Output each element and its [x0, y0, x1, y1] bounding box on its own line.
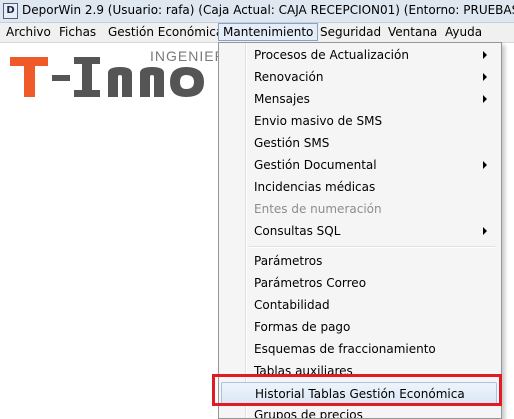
menu-item-renovacion[interactable]: Renovación: [221, 66, 497, 88]
submenu-arrow-icon: [483, 227, 487, 235]
menu-gestion-economica[interactable]: Gestión Económica: [104, 24, 227, 41]
menu-item-label: Gestión SMS: [254, 136, 330, 150]
menu-bar: Archivo Fichas Gestión Económica Manteni…: [0, 23, 514, 43]
menu-mantenimiento[interactable]: Mantenimiento: [218, 23, 319, 41]
menu-item-parametros[interactable]: Parámetros: [221, 250, 497, 272]
menu-item-label: Incidencias médicas: [254, 180, 376, 194]
menu-item-formas-pago[interactable]: Formas de pago: [221, 316, 497, 338]
app-icon: D: [3, 3, 18, 19]
menu-item-label: Consultas SQL: [254, 224, 341, 238]
logo-wordmark: [10, 57, 204, 97]
menu-seguridad[interactable]: Seguridad: [316, 24, 385, 41]
annotation-highlight-box: [212, 374, 502, 406]
menu-item-esquemas-fraccionamiento[interactable]: Esquemas de fraccionamiento: [221, 338, 497, 360]
menu-item-label: Esquemas de fraccionamiento: [254, 342, 436, 356]
menu-item-gestion-documental[interactable]: Gestión Documental: [221, 154, 497, 176]
menu-ayuda[interactable]: Ayuda: [441, 24, 486, 41]
menu-item-procesos-actualizacion[interactable]: Procesos de Actualización: [221, 44, 497, 66]
mantenimiento-dropdown: Procesos de Actualización Renovación Men…: [218, 42, 502, 419]
menu-item-envio-masivo-sms[interactable]: Envio masivo de SMS: [221, 110, 497, 132]
menu-item-incidencias-medicas[interactable]: Incidencias médicas: [221, 176, 497, 198]
menu-item-gestion-sms[interactable]: Gestión SMS: [221, 132, 497, 154]
menu-item-label: Mensajes: [254, 92, 310, 106]
submenu-arrow-icon: [483, 161, 487, 169]
menu-item-label: Parámetros Correo: [254, 276, 367, 290]
menu-item-label: Gestión Documental: [254, 158, 377, 172]
menu-ventana[interactable]: Ventana: [384, 24, 441, 41]
menu-item-parametros-correo[interactable]: Parámetros Correo: [221, 272, 497, 294]
menu-item-mensajes[interactable]: Mensajes: [221, 88, 497, 110]
menu-item-label: Entes de numeración: [254, 202, 382, 216]
submenu-arrow-icon: [483, 95, 487, 103]
menu-item-label: Envio masivo de SMS: [254, 114, 383, 128]
menu-item-consultas-sql[interactable]: Consultas SQL: [221, 220, 497, 242]
company-logo: INGENIER: [0, 43, 220, 103]
menu-item-entes-numeracion: Entes de numeración: [221, 198, 497, 220]
window-title: DeporWin 2.9 (Usuario: rafa) (Caja Actua…: [22, 3, 514, 17]
submenu-arrow-icon: [483, 73, 487, 81]
submenu-arrow-icon: [483, 51, 487, 59]
menu-item-label: Contabilidad: [254, 298, 330, 312]
menu-item-contabilidad[interactable]: Contabilidad: [221, 294, 497, 316]
menu-item-label: Procesos de Actualización: [254, 48, 409, 62]
menu-fichas[interactable]: Fichas: [55, 24, 100, 41]
menu-item-label: Formas de pago: [254, 320, 351, 334]
title-bar: D DeporWin 2.9 (Usuario: rafa) (Caja Act…: [0, 0, 514, 23]
menu-item-label: Renovación: [254, 70, 324, 84]
menu-item-label: Parámetros: [254, 254, 323, 268]
menu-archivo[interactable]: Archivo: [2, 24, 55, 41]
menu-separator: [249, 246, 495, 248]
